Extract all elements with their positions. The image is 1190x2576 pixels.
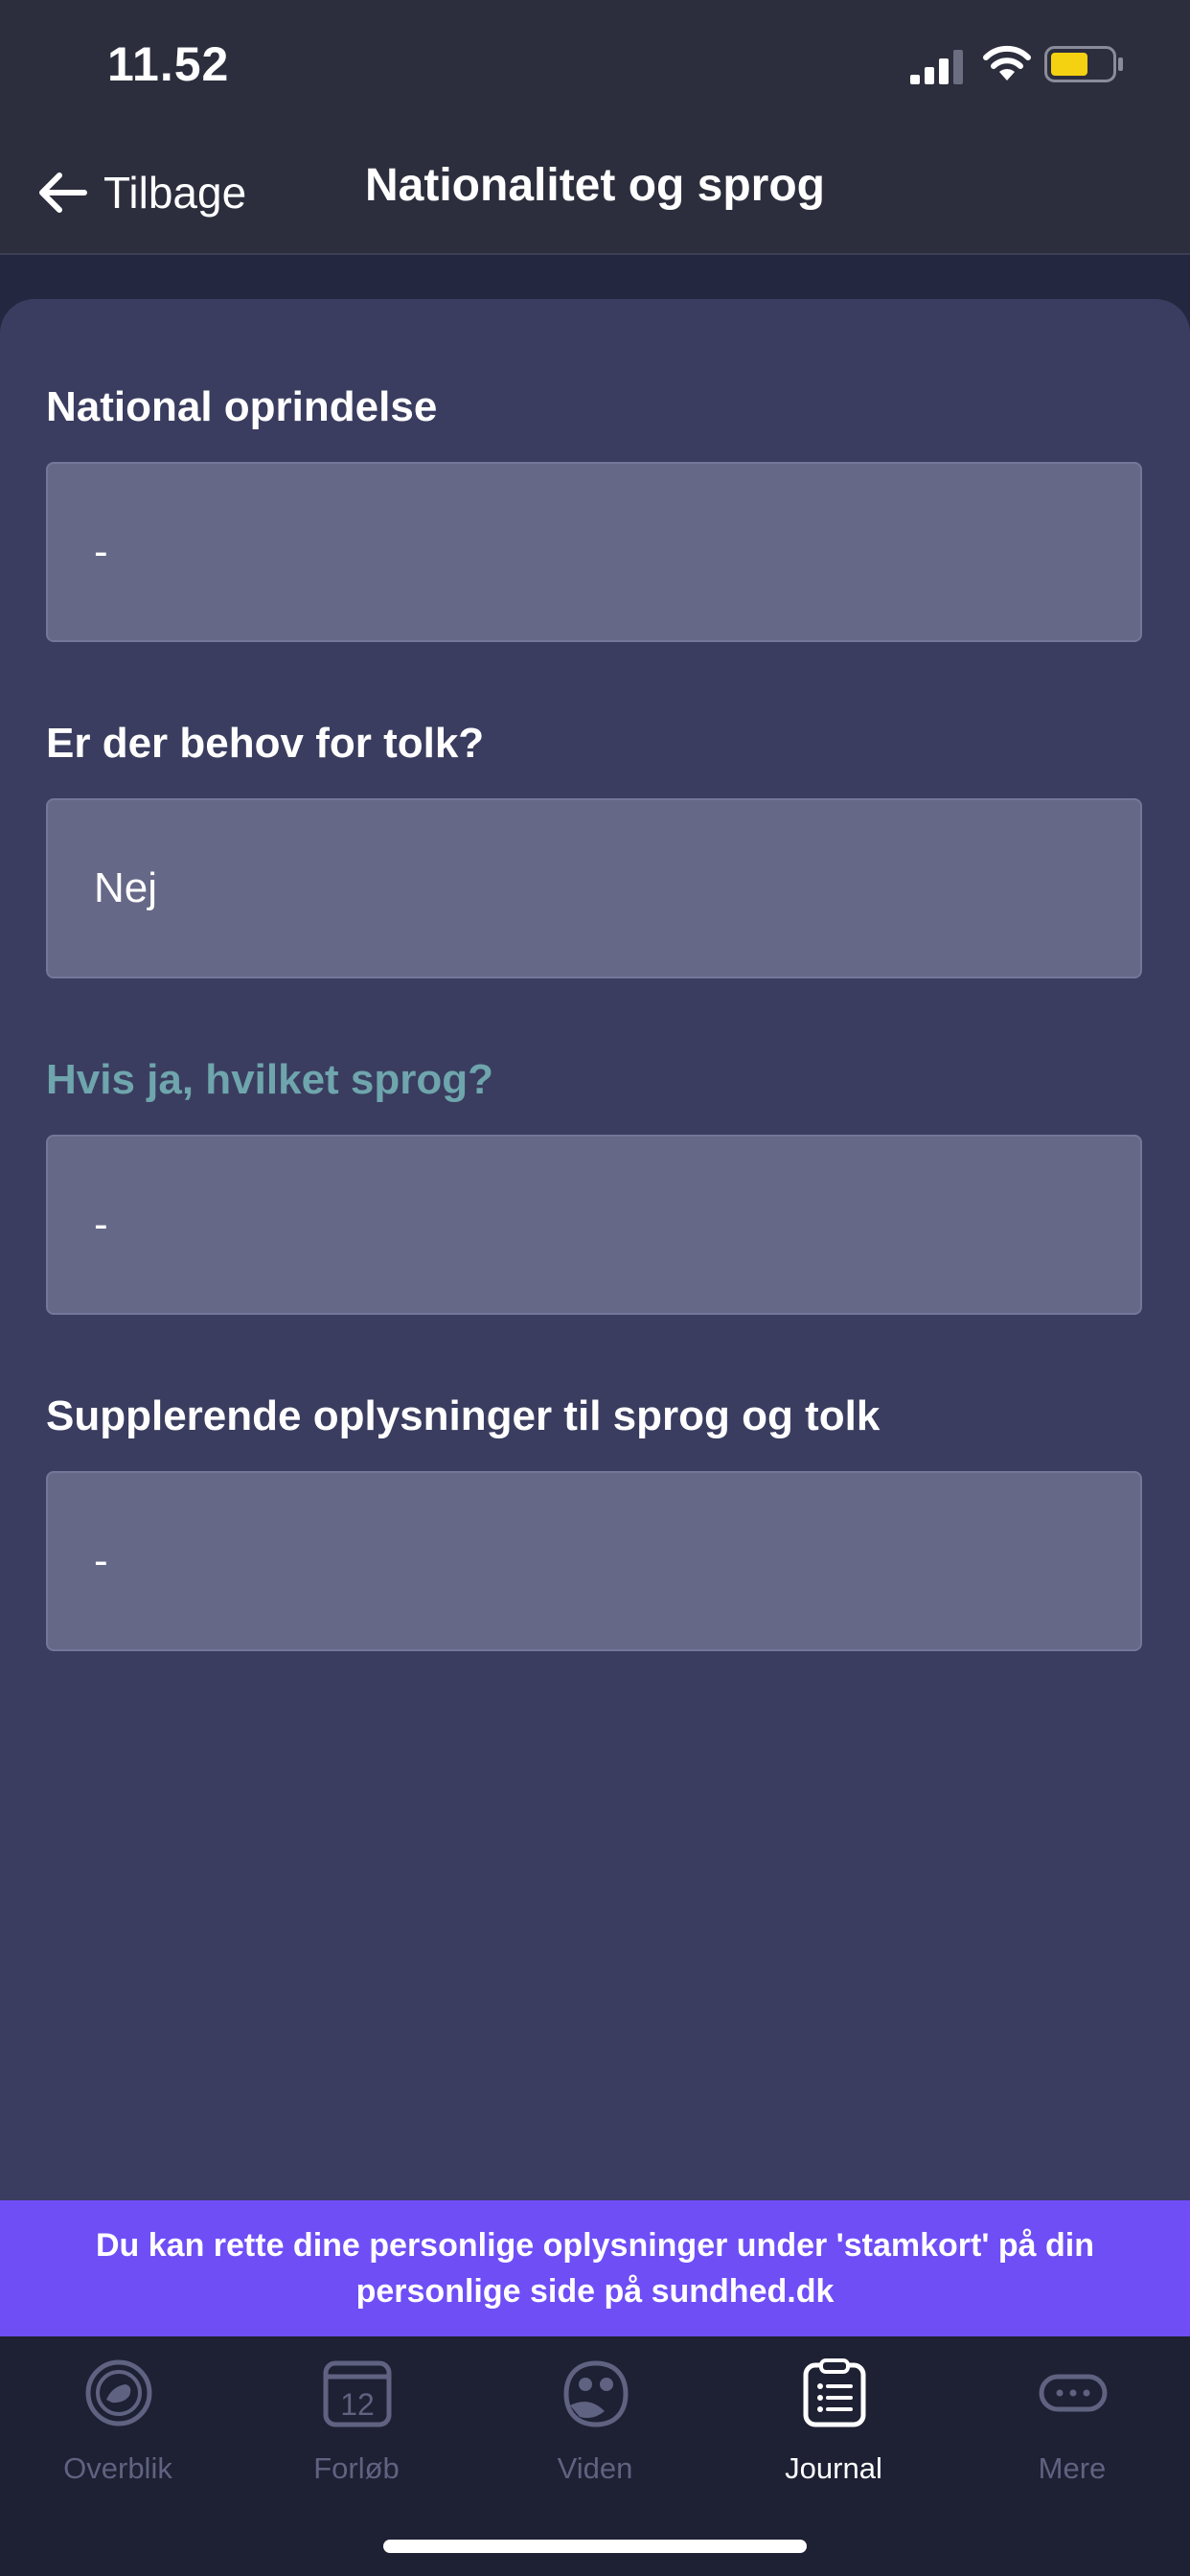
tab-journal[interactable]: Journal: [738, 2358, 929, 2492]
owl-icon: [563, 2360, 629, 2427]
cellular-signal-icon: [910, 50, 963, 84]
status-icons: [910, 42, 1131, 86]
page-title: Nationalitet og sprog: [365, 160, 825, 211]
field-interpreter-needed: Nej: [46, 798, 1142, 978]
field-supplementary-info: -: [46, 1471, 1142, 1651]
field-value-national-origin: -: [94, 528, 108, 575]
wifi-icon: [983, 45, 1031, 80]
calendar-icon: 12: [323, 2360, 392, 2427]
info-banner-text: Du kan rette dine personlige oplysninger…: [95, 2227, 1094, 2310]
navigation-bar: Tilbage Nationalitet og sprog: [0, 134, 1190, 255]
tab-viden[interactable]: Viden: [499, 2358, 691, 2492]
more-dots-icon: [1039, 2374, 1108, 2412]
tab-label-journal: Journal: [785, 2451, 882, 2485]
clipboard-list-icon: [803, 2358, 866, 2427]
field-value-language: -: [94, 1201, 108, 1248]
tab-label-forlob: Forløb: [313, 2451, 400, 2485]
home-indicator[interactable]: [383, 2540, 807, 2553]
status-bar: 11.52: [0, 0, 1190, 134]
tab-overblik[interactable]: Overblik: [22, 2358, 214, 2492]
field-label-language: Hvis ja, hvilket sprog?: [46, 1056, 494, 1103]
field-label-supplementary-info: Supplerende oplysninger til sprog og tol…: [46, 1392, 881, 1439]
field-label-national-origin: National oprindelse: [46, 383, 438, 430]
tab-bar: Overblik 12 Forløb Viden Journal Mere: [0, 2336, 1190, 2576]
tab-label-overblik: Overblik: [63, 2451, 172, 2485]
tab-forlob[interactable]: 12 Forløb: [261, 2358, 452, 2492]
form-card: National oprindelse - Er der behov for t…: [0, 299, 1190, 2216]
tab-mere[interactable]: Mere: [976, 2358, 1168, 2492]
battery-icon: [1044, 46, 1123, 82]
field-national-origin: -: [46, 462, 1142, 642]
status-time: 11.52: [107, 37, 230, 91]
field-language: -: [46, 1135, 1142, 1315]
info-banner: Du kan rette dine personlige oplysninger…: [0, 2200, 1190, 2336]
tab-label-mere: Mere: [1038, 2451, 1107, 2485]
calendar-icon-number: 12: [340, 2387, 375, 2422]
field-label-interpreter-needed: Er der behov for tolk?: [46, 720, 485, 767]
tab-label-viden: Viden: [557, 2451, 633, 2485]
baby-face-icon: [85, 2359, 152, 2426]
field-value-interpreter-needed: Nej: [94, 864, 158, 911]
field-value-supplementary-info: -: [94, 1537, 108, 1584]
